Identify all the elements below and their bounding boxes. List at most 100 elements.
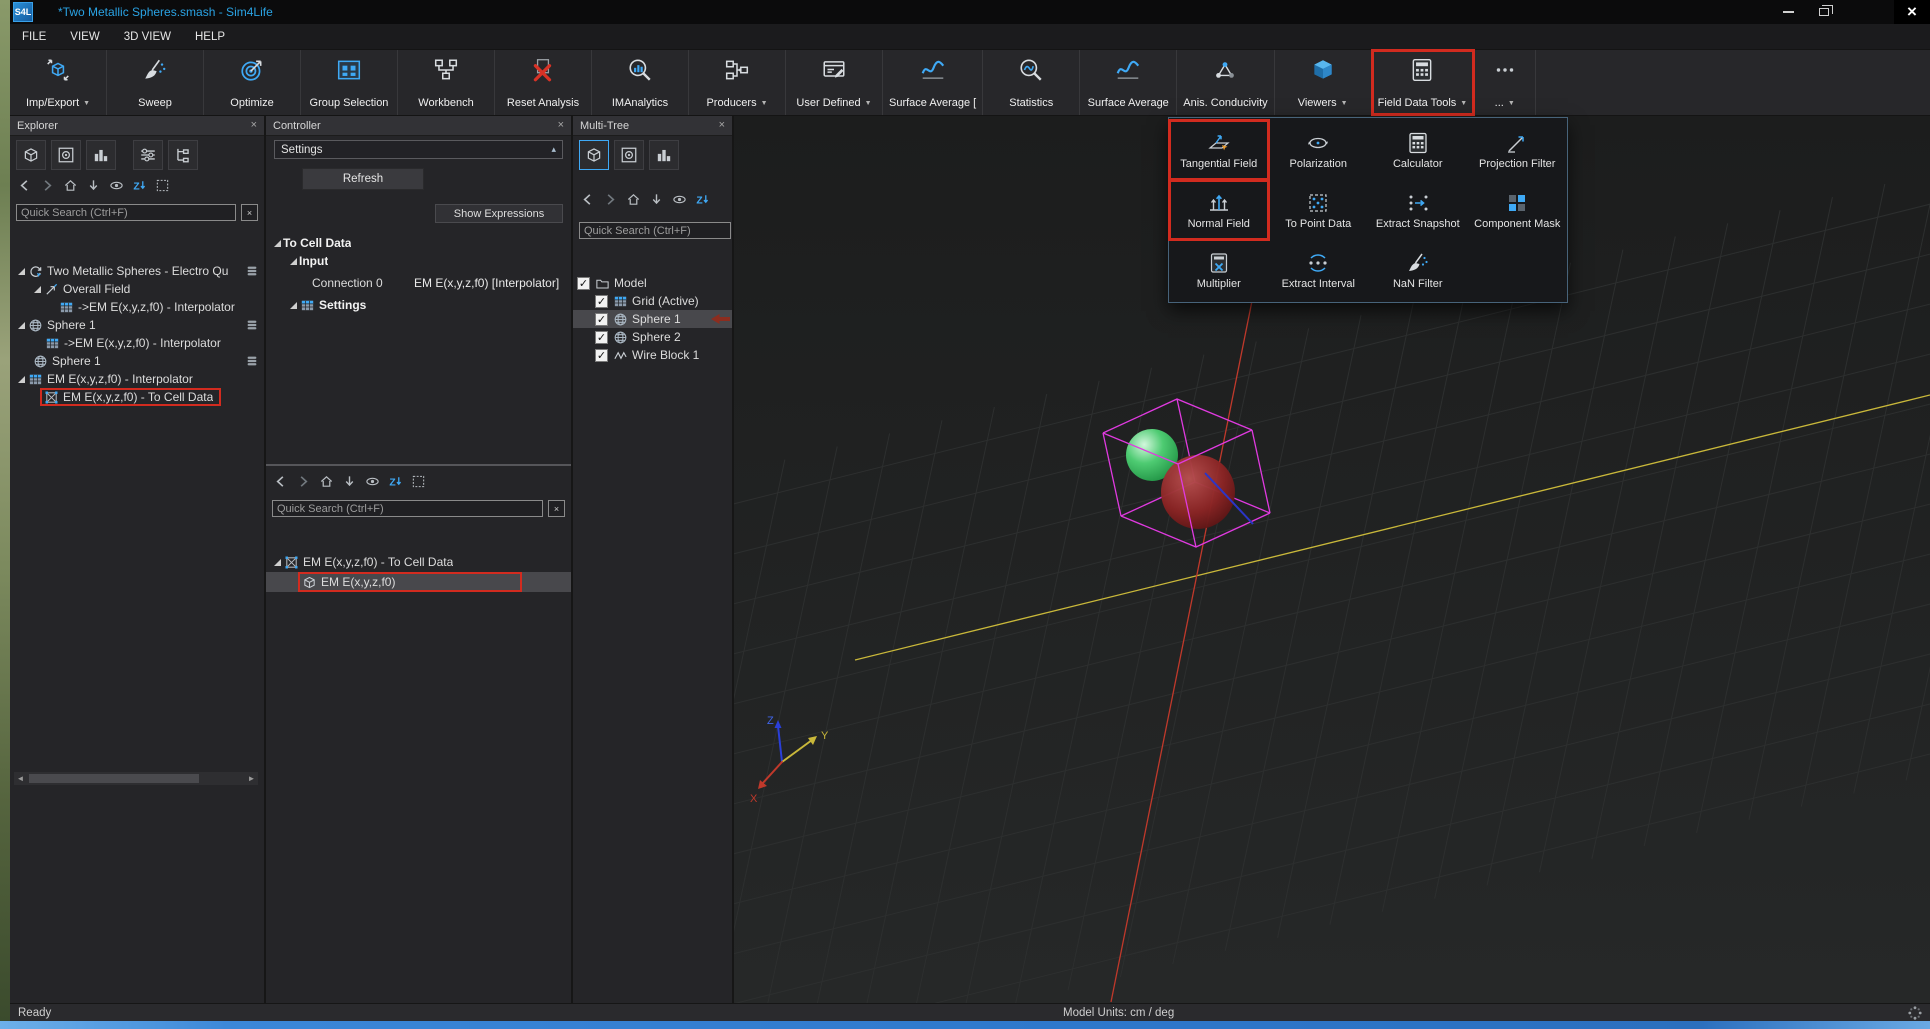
mt-item-sphere-1[interactable]: ✓ Sphere 1 (573, 310, 732, 328)
menu-file[interactable]: FILE (22, 31, 46, 43)
toolbar-field-data-tools[interactable]: Field Data Tools▼ (1372, 50, 1475, 115)
close-panel-icon[interactable]: × (558, 120, 564, 131)
toolbar-viewers[interactable]: Viewers▼ (1275, 50, 1372, 115)
nav-forward-icon[interactable] (603, 192, 618, 207)
toolbar-surface-average-db[interactable]: Surface Average [ (883, 50, 983, 115)
toolbar-sweep[interactable]: Sweep (107, 50, 204, 115)
filter-settings-icon[interactable] (133, 140, 163, 170)
home-icon[interactable] (63, 178, 78, 193)
ctrl-item-settings[interactable]: Settings (266, 296, 571, 314)
ctrl-item-to-cell-data[interactable]: To Cell Data (266, 234, 571, 252)
box-select-icon[interactable] (155, 178, 170, 193)
model-view-icon[interactable] (16, 140, 46, 170)
menu-item-to-point-data[interactable]: To Point Data (1269, 180, 1369, 240)
toolbar-imp-export[interactable]: Imp/Export▼ (10, 50, 107, 115)
menu-help[interactable]: HELP (195, 31, 225, 43)
toolbar-optimize[interactable]: Optimize (204, 50, 301, 115)
search-input[interactable] (579, 222, 731, 239)
close-panel-icon[interactable]: × (719, 120, 725, 131)
maximize-button[interactable] (1810, 0, 1838, 24)
minimize-button[interactable] (1774, 0, 1802, 24)
toolbar-workbench[interactable]: Workbench (398, 50, 495, 115)
show-expressions-button[interactable]: Show Expressions (435, 204, 563, 223)
toolbar-group-selection[interactable]: Group Selection (301, 50, 398, 115)
tree-item-interpolator-ref[interactable]: ->EM E(x,y,z,f0) - Interpolator (10, 298, 264, 316)
device-view-icon[interactable] (51, 140, 81, 170)
menu-view[interactable]: VIEW (70, 31, 99, 43)
menu-item-projection-filter[interactable]: Projection Filter (1468, 120, 1568, 180)
chevron-down-icon[interactable]: ▼ (761, 100, 768, 107)
device-view-icon[interactable] (614, 140, 644, 170)
expander-icon[interactable] (16, 268, 27, 275)
nav-back-icon[interactable] (17, 178, 32, 193)
hierarchy-view-icon[interactable] (168, 140, 198, 170)
scroll-right-icon[interactable]: ► (245, 774, 258, 783)
refresh-button[interactable]: Refresh (302, 168, 424, 190)
ctrl-item-tocell-parent[interactable]: EM E(x,y,z,f0) - To Cell Data (266, 552, 571, 572)
clear-search-icon[interactable]: × (548, 500, 565, 517)
expander-icon[interactable] (272, 559, 283, 566)
chevron-down-icon[interactable]: ▼ (83, 100, 90, 107)
chevron-down-icon[interactable]: ▼ (865, 100, 872, 107)
toolbar-reset-analysis[interactable]: Reset Analysis (495, 50, 592, 115)
panel-splitter[interactable] (266, 464, 571, 466)
tree-item-em-interpolator[interactable]: EM E(x,y,z,f0) - Interpolator (10, 370, 264, 388)
toolbar-producers[interactable]: Producers▼ (689, 50, 786, 115)
menu-item-extract-interval[interactable]: Extract Interval (1269, 240, 1369, 300)
horizontal-scrollbar[interactable]: ◄ ► (14, 772, 258, 785)
expander-icon[interactable] (288, 258, 299, 265)
nav-forward-icon[interactable] (296, 474, 311, 489)
menu-item-polarization[interactable]: Polarization (1269, 120, 1369, 180)
model-view-icon[interactable] (579, 140, 609, 170)
close-button[interactable]: × (1894, 0, 1930, 24)
tree-item-simulation[interactable]: Two Metallic Spheres - Electro Qu (10, 262, 264, 280)
ctrl-item-input[interactable]: Input (266, 252, 571, 270)
menu-item-multiplier[interactable]: Multiplier (1169, 240, 1269, 300)
chevron-down-icon[interactable]: ▼ (1341, 100, 1348, 107)
box-select-icon[interactable] (411, 474, 426, 489)
checkbox[interactable]: ✓ (595, 349, 608, 362)
tree-item-sphere-1b[interactable]: Sphere 1 (10, 352, 264, 370)
nav-back-icon[interactable] (273, 474, 288, 489)
analysis-view-icon[interactable] (86, 140, 116, 170)
close-panel-icon[interactable]: × (251, 120, 257, 131)
sort-z-icon[interactable] (388, 474, 403, 489)
chevron-down-icon[interactable]: ▼ (1460, 100, 1467, 107)
tree-item-sphere-1[interactable]: Sphere 1 (10, 316, 264, 334)
analysis-view-icon[interactable] (649, 140, 679, 170)
menu-item-calculator[interactable]: Calculator (1368, 120, 1468, 180)
mt-item-wire-block-1[interactable]: ✓ Wire Block 1 (573, 346, 732, 364)
menu-item-nan-filter[interactable]: NaN Filter (1368, 240, 1468, 300)
tree-item-interpolator-ref-2[interactable]: ->EM E(x,y,z,f0) - Interpolator (10, 334, 264, 352)
sort-z-icon[interactable] (132, 178, 147, 193)
visibility-icon[interactable] (365, 474, 380, 489)
move-down-icon[interactable] (649, 192, 664, 207)
nav-back-icon[interactable] (580, 192, 595, 207)
taskbar[interactable] (0, 1021, 1930, 1029)
ctrl-item-connection-0[interactable]: Connection 0 EM E(x,y,z,f0) [Interpolato… (266, 274, 571, 292)
mt-item-sphere-2[interactable]: ✓ Sphere 2 (573, 328, 732, 346)
toolbar-user-defined[interactable]: User Defined▼ (786, 50, 883, 115)
menu-item-tangential-field[interactable]: Tangential Field (1169, 120, 1269, 180)
move-down-icon[interactable] (86, 178, 101, 193)
mt-item-model[interactable]: ✓ Model (573, 274, 732, 292)
home-icon[interactable] (626, 192, 641, 207)
tree-item-to-cell-data[interactable]: EM E(x,y,z,f0) - To Cell Data (10, 388, 264, 406)
move-down-icon[interactable] (342, 474, 357, 489)
menu-3d-view[interactable]: 3D VIEW (124, 31, 171, 43)
expander-icon[interactable] (288, 302, 299, 309)
ctrl-item-em-e[interactable]: EM E(x,y,z,f0) (266, 572, 571, 592)
expander-icon[interactable] (16, 376, 27, 383)
toolbar-overflow[interactable]: ...▼ (1474, 50, 1536, 115)
toolbar-surface-average[interactable]: Surface Average (1080, 50, 1177, 115)
nav-forward-icon[interactable] (40, 178, 55, 193)
mt-item-grid-active[interactable]: ✓ Grid (Active) (573, 292, 732, 310)
search-input[interactable] (16, 204, 236, 221)
toolbar-imanalytics[interactable]: IMAnalytics (592, 50, 689, 115)
scrollbar-thumb[interactable] (29, 774, 199, 783)
checkbox[interactable]: ✓ (577, 277, 590, 290)
toolbar-statistics[interactable]: Statistics (983, 50, 1080, 115)
menu-item-normal-field[interactable]: Normal Field (1169, 180, 1269, 240)
expander-icon[interactable] (32, 286, 43, 293)
clear-search-icon[interactable]: × (241, 204, 258, 221)
